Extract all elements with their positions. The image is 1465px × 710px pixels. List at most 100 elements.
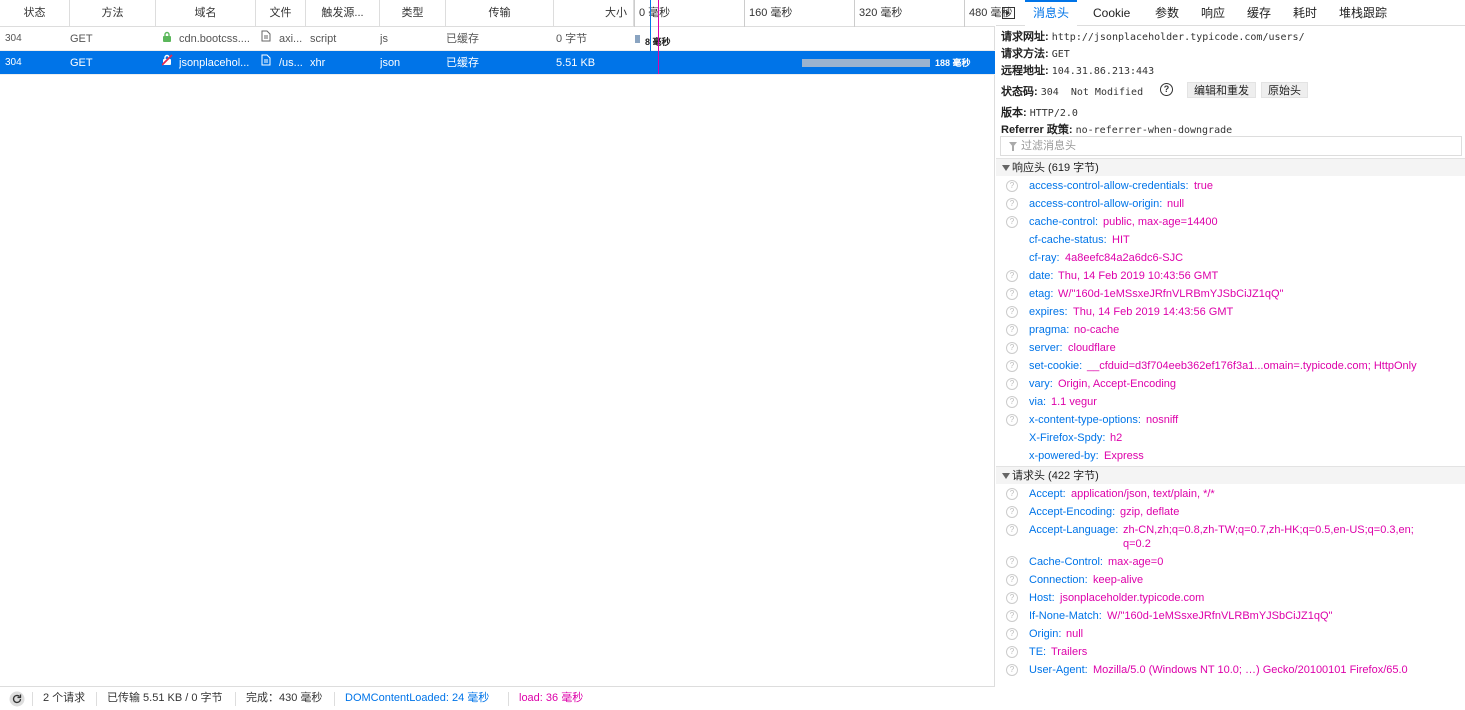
- finish-time: 完成：430 毫秒: [246, 692, 323, 704]
- header-help-icon[interactable]: ?: [1006, 506, 1018, 518]
- tab-timings[interactable]: 耗时: [1293, 0, 1317, 26]
- transferred-total: 已传输 5.51 KB / 0 字节: [107, 692, 223, 704]
- header-name: Origin:: [1029, 628, 1062, 640]
- header-help-icon[interactable]: ?: [1006, 610, 1018, 622]
- remote-address-line: 远程地址: 104.31.86.213:443: [1001, 62, 1154, 78]
- header-help-icon[interactable]: ?: [1006, 378, 1018, 390]
- header-help-icon[interactable]: ?: [1006, 628, 1018, 640]
- header-value: Express: [1104, 450, 1144, 462]
- request-status: 304: [5, 33, 22, 44]
- header-name: server:: [1029, 342, 1063, 354]
- header-value: 4a8eefc84a2a6dc6-SJC: [1065, 252, 1184, 264]
- header-value: W/"160d-1eMSsxeJRfnVLRBmYJSbCiJZ1qQ": [1107, 610, 1333, 622]
- request-transferred: 已缓存: [446, 33, 479, 45]
- remote-address-label: 远程地址:: [1001, 65, 1049, 77]
- header-help-icon[interactable]: ?: [1006, 306, 1018, 318]
- header-help-icon[interactable]: ?: [1006, 180, 1018, 192]
- tab-cookie[interactable]: Cookie: [1093, 0, 1130, 26]
- column-header-row: 状态 方法 域名 文件 触发源... 类型 传输 大小 0 毫秒 160 毫秒 …: [0, 0, 1012, 27]
- header-help-icon[interactable]: ?: [1006, 556, 1018, 568]
- col-domain[interactable]: 域名: [156, 0, 256, 27]
- request-file: axi...: [279, 33, 303, 45]
- divider: [32, 692, 33, 706]
- toggle-panel-icon[interactable]: [1002, 7, 1015, 19]
- status-code: 304 Not Modified: [1040, 87, 1144, 98]
- col-transferred[interactable]: 传输: [446, 0, 554, 27]
- help-icon[interactable]: ?: [1160, 83, 1173, 96]
- col-size[interactable]: 大小: [554, 0, 634, 27]
- status-code-label: 状态码:: [1001, 86, 1038, 98]
- request-headers-section-header[interactable]: 请求头 (422 字节): [996, 466, 1465, 484]
- header-help-icon[interactable]: ?: [1006, 342, 1018, 354]
- header-value: null: [1167, 198, 1185, 210]
- header-value: Thu, 14 Feb 2019 10:43:56 GMT: [1058, 270, 1219, 282]
- tab-response[interactable]: 响应: [1201, 0, 1225, 26]
- request-domain: cdn.bootcss....: [179, 33, 250, 45]
- header-help-icon[interactable]: ?: [1006, 198, 1018, 210]
- header-value: true: [1194, 180, 1213, 192]
- response-headers-section-header[interactable]: 响应头 (619 字节): [996, 158, 1465, 176]
- header-help-icon[interactable]: ?: [1006, 216, 1018, 228]
- request-type: json: [380, 57, 401, 69]
- header-name: pragma:: [1029, 324, 1070, 336]
- header-help-icon[interactable]: ?: [1006, 360, 1018, 372]
- col-method[interactable]: 方法: [70, 0, 156, 27]
- header-name: User-Agent:: [1029, 664, 1088, 676]
- devtools-network: 状态 方法 域名 文件 触发源... 类型 传输 大小 0 毫秒 160 毫秒 …: [0, 0, 1465, 710]
- load-time: load: 36 毫秒: [519, 692, 584, 704]
- request-method: GET: [70, 57, 93, 69]
- request-file: /us...: [279, 57, 303, 69]
- header-value: no-cache: [1074, 324, 1120, 336]
- edit-resend-button[interactable]: 编辑和重发: [1187, 82, 1256, 98]
- request-cause: xhr: [310, 57, 326, 69]
- request-method-line: 请求方法: GET: [1001, 45, 1070, 61]
- remote-address: 104.31.86.213:443: [1051, 66, 1155, 77]
- header-help-icon[interactable]: ?: [1006, 324, 1018, 336]
- header-name: Accept:: [1029, 488, 1066, 500]
- header-help-icon[interactable]: ?: [1006, 646, 1018, 658]
- request-size: 0 字节: [556, 33, 588, 45]
- header-name: via:: [1029, 396, 1047, 408]
- request-row-selected[interactable]: 304 GET jsonplacehol... /us... xhr json …: [0, 51, 995, 75]
- request-headers-title: 请求头 (422 字节): [1012, 470, 1099, 482]
- reload-icon[interactable]: [9, 691, 25, 710]
- status-code-line: 状态码: 304 Not Modified ? 编辑和重发 原始头: [1001, 82, 1461, 99]
- header-name: x-content-type-options:: [1029, 414, 1141, 426]
- header-value: Mozilla/5.0 (Windows NT 10.0; …) Gecko/2…: [1093, 664, 1408, 676]
- header-name: vary:: [1029, 378, 1053, 390]
- domcontentloaded-time: DOMContentLoaded: 24 毫秒: [345, 692, 490, 704]
- filter-headers-input[interactable]: 过滤消息头: [1000, 136, 1462, 156]
- tab-params[interactable]: 参数: [1155, 0, 1179, 26]
- raw-headers-button[interactable]: 原始头: [1261, 82, 1308, 98]
- col-status[interactable]: 状态: [0, 0, 70, 27]
- tab-headers[interactable]: 消息头: [1025, 0, 1078, 26]
- header-value: Origin, Accept-Encoding: [1058, 378, 1177, 390]
- request-method-value: GET: [1051, 49, 1070, 60]
- header-help-icon[interactable]: ?: [1006, 574, 1018, 586]
- header-value: public, max-age=14400: [1103, 216, 1218, 228]
- header-value: max-age=0: [1108, 556, 1164, 568]
- tab-cache[interactable]: 缓存: [1247, 0, 1271, 26]
- header-help-icon[interactable]: ?: [1006, 270, 1018, 282]
- request-method-label: 请求方法:: [1001, 48, 1049, 60]
- lock-icon: [162, 27, 176, 51]
- header-value: cloudflare: [1068, 342, 1116, 354]
- header-help-icon[interactable]: ?: [1006, 664, 1018, 676]
- header-help-icon[interactable]: ?: [1006, 488, 1018, 500]
- request-row[interactable]: 304 GET cdn.bootcss.... axi... script js…: [0, 27, 995, 51]
- expand-triangle-icon: [1002, 165, 1010, 171]
- col-cause[interactable]: 触发源...: [306, 0, 380, 27]
- header-value: keep-alive: [1093, 574, 1144, 586]
- tab-stack-trace[interactable]: 堆栈跟踪: [1339, 0, 1387, 26]
- header-help-icon[interactable]: ?: [1006, 288, 1018, 300]
- col-file[interactable]: 文件: [256, 0, 306, 27]
- header-help-icon[interactable]: ?: [1006, 414, 1018, 426]
- header-help-icon[interactable]: ?: [1006, 592, 1018, 604]
- divider: [508, 692, 509, 706]
- header-name: Accept-Encoding:: [1029, 506, 1116, 518]
- header-help-icon[interactable]: ?: [1006, 524, 1018, 536]
- header-help-icon[interactable]: ?: [1006, 396, 1018, 408]
- col-type[interactable]: 类型: [380, 0, 446, 27]
- header-name: expires:: [1029, 306, 1068, 318]
- request-details-panel: 消息头 Cookie 参数 响应 缓存 耗时 堆栈跟踪 请求网址: http:/…: [996, 0, 1465, 710]
